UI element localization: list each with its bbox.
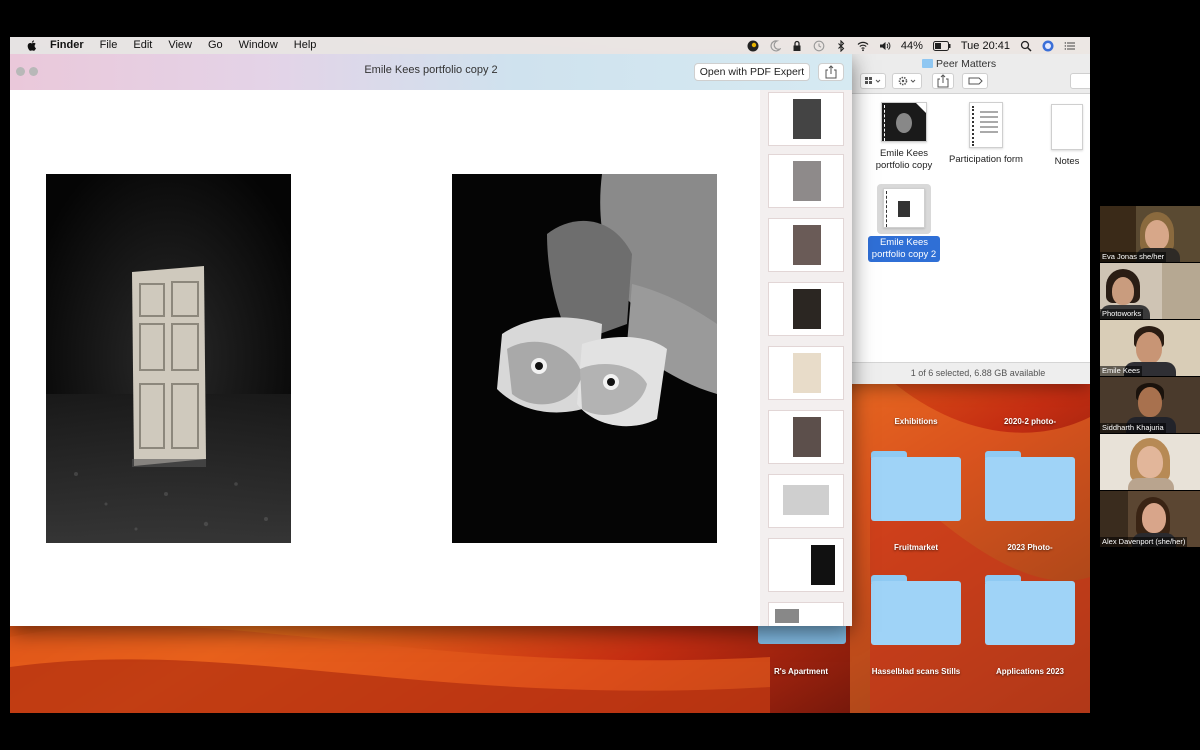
- file-label: Participation form: [949, 154, 1023, 165]
- time-machine-icon[interactable]: [813, 40, 825, 52]
- participant-tile[interactable]: Eva Jonas she/her: [1100, 206, 1200, 262]
- menu-view[interactable]: View: [160, 37, 200, 54]
- pdf-thumbnail-icon: [883, 188, 925, 228]
- tag-icon: [968, 77, 983, 85]
- page-thumbnail[interactable]: [768, 346, 844, 400]
- participant-tile[interactable]: [1100, 434, 1200, 490]
- menu-clock[interactable]: Tue 20:41: [961, 40, 1010, 52]
- page-thumbnail[interactable]: [768, 154, 844, 208]
- file-participation-form[interactable]: Participation form: [944, 102, 1028, 166]
- pdf-page-spread[interactable]: [10, 90, 760, 626]
- menu-help[interactable]: Help: [286, 37, 325, 54]
- desktop-folder-applications[interactable]: [985, 575, 1075, 645]
- app-status-icon[interactable]: [747, 40, 759, 52]
- page-thumbnail[interactable]: [768, 602, 844, 626]
- open-with-pdf-expert-button[interactable]: Open with PDF Expert: [694, 63, 810, 81]
- wifi-icon[interactable]: [857, 40, 869, 52]
- menu-file[interactable]: File: [92, 37, 126, 54]
- page-thumbnail[interactable]: [768, 218, 844, 272]
- folder-label: 2023 Photo-: [1007, 543, 1053, 552]
- folder-label: Hasselblad scans Stills: [871, 667, 961, 676]
- share-icon: [937, 74, 949, 88]
- selected-file-highlight: [877, 184, 931, 234]
- file-label: Notes: [1054, 156, 1080, 167]
- folder-label: 2020-2 photo-: [1003, 417, 1056, 426]
- preview-window: Emile Kees portfolio copy 2 Open with PD…: [10, 54, 852, 626]
- participant-tile[interactable]: Photoworks: [1100, 263, 1200, 319]
- participant-name: Eva Jonas she/her: [1100, 252, 1167, 262]
- file-emile-kees-portfolio-copy[interactable]: Emile Kees portfolio copy: [864, 102, 944, 172]
- share-icon: [825, 65, 837, 79]
- video-participants-gallery: Eva Jonas she/her Photoworks Emile Kees …: [1100, 206, 1200, 547]
- participant-tile[interactable]: Alex Davenport (she/her): [1100, 491, 1200, 547]
- apple-menu-icon[interactable]: [26, 39, 38, 52]
- page-thumbnail[interactable]: [768, 538, 844, 592]
- action-menu-button[interactable]: [892, 73, 922, 89]
- text-document-icon: [1051, 104, 1083, 150]
- menu-bar: Finder File Edit View Go Window Help 44%…: [10, 37, 1090, 54]
- user-account-icon[interactable]: [1042, 40, 1054, 52]
- page-thumbnail[interactable]: [768, 410, 844, 464]
- page-thumbnail[interactable]: [768, 92, 844, 146]
- volume-icon[interactable]: [879, 40, 891, 52]
- menu-status-area: 44% Tue 20:41: [747, 37, 1076, 54]
- menu-go[interactable]: Go: [200, 37, 231, 54]
- finder-search-field[interactable]: [1070, 73, 1090, 89]
- folder-label: Fruitmarket: [893, 543, 938, 552]
- finder-status-text: 1 of 6 selected, 6.88 GB available: [910, 368, 1046, 378]
- participant-tile[interactable]: Siddharth Khajuria: [1100, 377, 1200, 433]
- participant-name: Photoworks: [1100, 309, 1144, 319]
- battery-percent: 44%: [900, 39, 923, 52]
- folder-label: R's Apartment: [773, 667, 829, 676]
- view-options-button[interactable]: [860, 73, 886, 89]
- preview-titlebar: Emile Kees portfolio copy 2 Open with PD…: [10, 54, 852, 90]
- folder-label: Exhibitions: [894, 417, 938, 426]
- file-emile-kees-portfolio-copy-2[interactable]: Emile Kees portfolio copy 2: [864, 184, 944, 262]
- file-notes[interactable]: Notes: [1036, 104, 1090, 168]
- finder-share-button[interactable]: [932, 73, 954, 89]
- photo-hands-holding-stones: [452, 174, 717, 543]
- pdf-thumbnail-icon: [881, 102, 927, 142]
- menu-edit[interactable]: Edit: [125, 37, 160, 54]
- file-label: Emile Kees portfolio copy: [875, 148, 933, 171]
- folder-icon: [922, 59, 933, 68]
- menu-app-finder[interactable]: Finder: [42, 37, 92, 54]
- night-shift-icon[interactable]: [769, 39, 781, 52]
- gear-icon: [898, 76, 916, 86]
- finder-title: Peer Matters: [936, 58, 997, 70]
- selected-file-label: Emile Kees portfolio copy 2: [868, 236, 940, 262]
- participant-name: Alex Davenport (she/her): [1100, 537, 1188, 547]
- page-thumbnails-sidebar[interactable]: [760, 90, 852, 626]
- participant-name: Siddharth Khajuria: [1100, 423, 1166, 433]
- shared-screen: Finder File Edit View Go Window Help 44%…: [10, 37, 1090, 713]
- document-icon: [969, 102, 1003, 148]
- bluetooth-icon[interactable]: [835, 39, 847, 52]
- desktop-folder-2023-photo[interactable]: [985, 451, 1075, 521]
- spotlight-search-icon[interactable]: [1020, 40, 1032, 52]
- page-thumbnail[interactable]: [768, 282, 844, 336]
- page-thumbnail[interactable]: [768, 474, 844, 528]
- participant-name: Emile Kees: [1100, 366, 1142, 376]
- battery-icon[interactable]: [932, 40, 951, 51]
- lock-icon[interactable]: [791, 40, 803, 52]
- desktop-folder-hasselblad[interactable]: [871, 575, 961, 645]
- participant-tile[interactable]: Emile Kees: [1100, 320, 1200, 376]
- preview-share-button[interactable]: [818, 63, 844, 81]
- photo-door-in-field: [46, 174, 291, 543]
- zoom-screen-share: Finder File Edit View Go Window Help 44%…: [0, 0, 1200, 750]
- menu-window[interactable]: Window: [231, 37, 286, 54]
- edit-tags-button[interactable]: [962, 73, 988, 89]
- folder-label: Applications 2023: [995, 667, 1065, 676]
- desktop-folder-rs-apartment[interactable]: [758, 626, 846, 644]
- desktop-folder-fruitmarket[interactable]: [871, 451, 961, 521]
- notification-center-icon[interactable]: [1064, 40, 1076, 52]
- grid-view-icon: [865, 77, 881, 84]
